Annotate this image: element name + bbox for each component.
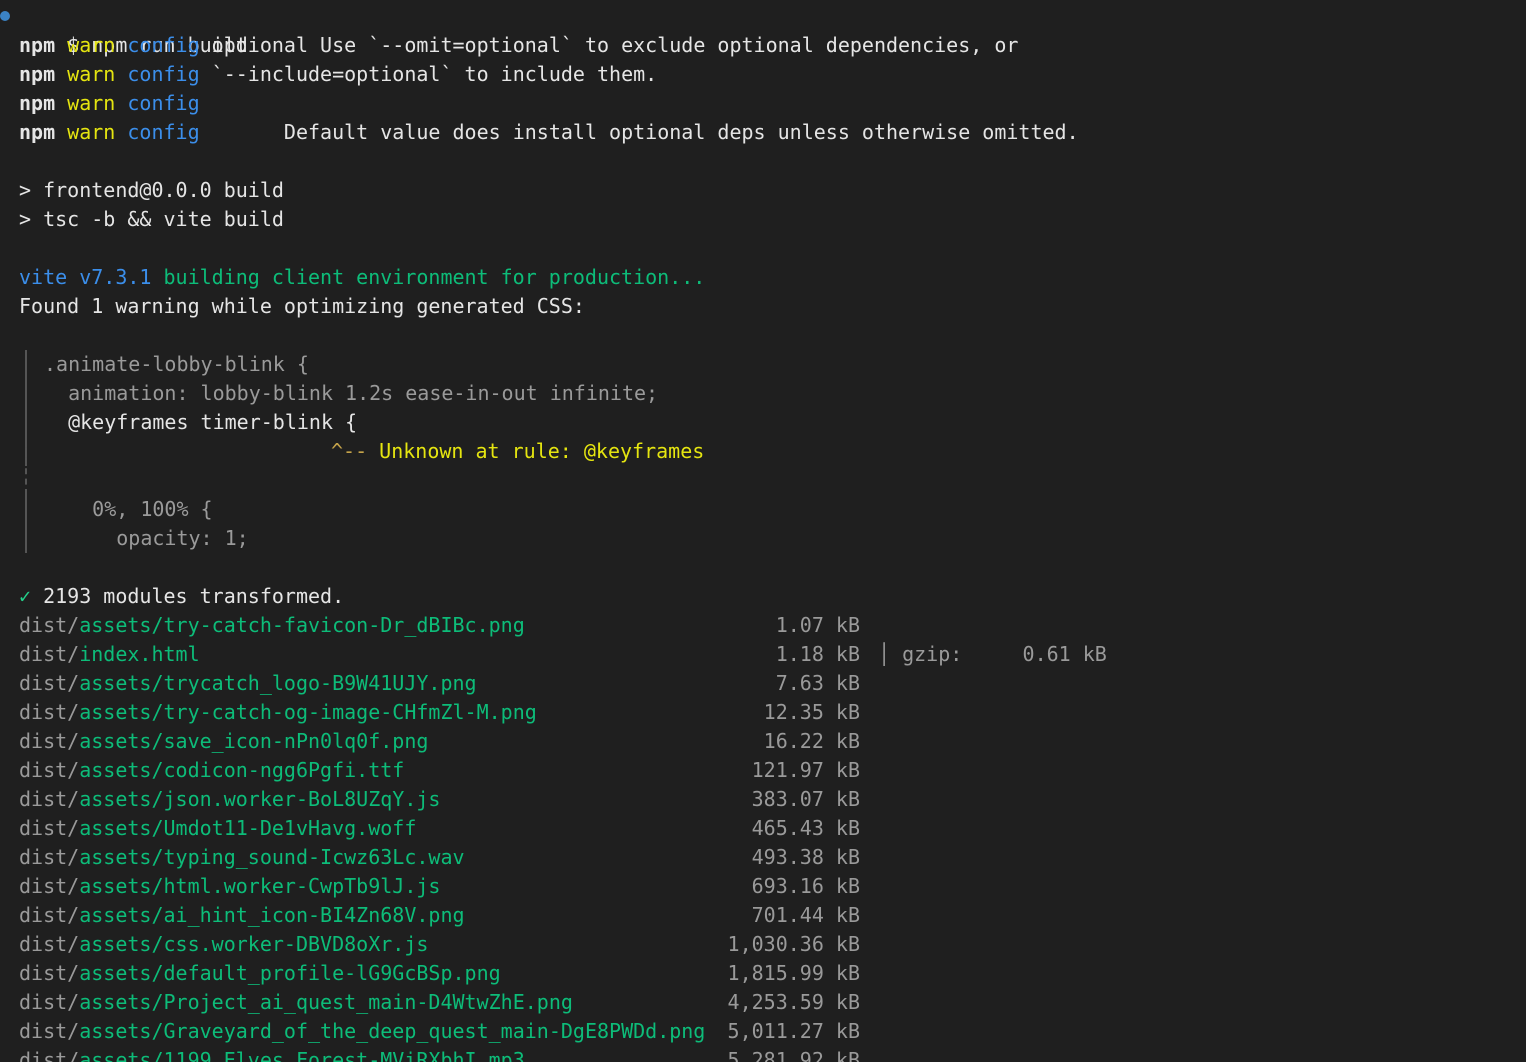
file-size: 693.16 kB <box>751 874 860 898</box>
file-dir: dist/ <box>19 1048 80 1062</box>
column-separator: │ <box>878 642 903 666</box>
file-size: 465.43 kB <box>751 816 860 840</box>
output-file-row: dist/assets/default_profile-lG9GcBSp.png <box>19 959 501 988</box>
output-file-row: dist/assets/Umdot11-De1vHavg.woff <box>19 814 416 843</box>
css-snippet-line: opacity: 1; <box>44 526 249 550</box>
gzip-spacer <box>962 642 1022 666</box>
file-size: 121.97 kB <box>751 758 860 782</box>
file-size: 5,011.27 kB <box>727 1019 860 1043</box>
gzip-label: gzip: <box>902 642 963 666</box>
file-name[interactable]: assets/json.worker-BoL8UZqY.js <box>79 787 440 811</box>
file-name[interactable]: assets/Project_ai_quest_main-D4WtwZhE.pn… <box>79 990 573 1014</box>
css-snippet-line: animation: lobby-blink 1.2s ease-in-out … <box>44 381 659 405</box>
output-file-row: dist/assets/codicon-ngg6Pgfi.ttf <box>19 756 404 785</box>
file-name[interactable]: assets/css.worker-DBVD8oXr.js <box>79 932 428 956</box>
output-file-row: dist/assets/try-catch-og-image-CHfmZl-M.… <box>19 698 537 727</box>
error-pointer: ^-- <box>331 439 368 463</box>
file-size: 4,253.59 kB <box>727 990 860 1014</box>
file-dir: dist/ <box>19 961 80 985</box>
file-name[interactable]: assets/default_profile-lG9GcBSp.png <box>79 961 500 985</box>
npm-warn-line: npm warn config <box>19 91 200 115</box>
output-file-row: dist/assets/css.worker-DBVD8oXr.js <box>19 930 428 959</box>
file-name[interactable]: assets/trycatch_logo-B9W41UJY.png <box>79 671 476 695</box>
file-size: 5,281.92 kB <box>727 1048 860 1062</box>
file-name[interactable]: assets/try-catch-og-image-CHfmZl-M.png <box>79 700 537 724</box>
css-snippet-line: .animate-lobby-blink { <box>44 352 309 376</box>
file-dir: dist/ <box>19 787 80 811</box>
file-size: 1.07 kB <box>775 613 860 637</box>
output-file-row: dist/assets/try-catch-favicon-Dr_dBIBc.p… <box>19 611 525 640</box>
css-error-pointer-line: ^-- Unknown at rule: @keyframes <box>331 437 704 466</box>
file-size: 1.18 kB <box>775 642 860 666</box>
file-name[interactable]: index.html <box>79 642 199 666</box>
output-file-row: dist/assets/typing_sound-Icwz63Lc.wav <box>19 843 465 872</box>
file-size: 1,030.36 kB <box>727 932 860 956</box>
script-header-line: > tsc -b && vite build <box>19 207 284 231</box>
file-name[interactable]: assets/html.worker-CwpTb9lJ.js <box>79 874 440 898</box>
file-dir: dist/ <box>19 845 80 869</box>
file-name[interactable]: assets/Umdot11-De1vHavg.woff <box>79 816 416 840</box>
npm-warn-line: npm warn config optional Use `--omit=opt… <box>19 33 1019 57</box>
file-name[interactable]: assets/typing_sound-Icwz63Lc.wav <box>79 845 464 869</box>
file-dir: dist/ <box>19 990 80 1014</box>
file-name[interactable]: assets/Graveyard_of_the_deep_quest_main-… <box>79 1019 705 1043</box>
file-dir: dist/ <box>19 903 80 927</box>
file-size: 16.22 kB <box>763 729 860 753</box>
file-name[interactable]: assets/try-catch-favicon-Dr_dBIBc.png <box>79 613 525 637</box>
output-file-row: dist/assets/Graveyard_of_the_deep_quest_… <box>19 1017 705 1046</box>
file-dir: dist/ <box>19 874 80 898</box>
vite-version: vite v7.3.1 <box>19 265 152 289</box>
file-dir: dist/ <box>19 613 80 637</box>
output-file-row: dist/assets/json.worker-BoL8UZqY.js <box>19 785 440 814</box>
file-name[interactable]: assets/codicon-ngg6Pgfi.ttf <box>79 758 404 782</box>
file-dir: dist/ <box>19 758 80 782</box>
npm-warn-line: npm warn config Default value does insta… <box>19 120 1079 144</box>
check-icon: ✓ <box>19 584 32 608</box>
output-file-row: dist/index.html <box>19 640 200 669</box>
output-file-row: dist/assets/save_icon-nPn0lq0f.png <box>19 727 428 756</box>
file-dir: dist/ <box>19 1019 80 1043</box>
css-snippet-line: 0%, 100% { <box>44 497 213 521</box>
output-file-row: dist/assets/html.worker-CwpTb9lJ.js <box>19 872 440 901</box>
error-message: Unknown at rule: @keyframes <box>367 439 705 463</box>
file-size: 12.35 kB <box>763 700 860 724</box>
file-size: 1,815.99 kB <box>727 961 860 985</box>
file-dir: dist/ <box>19 816 80 840</box>
file-size: 701.44 kB <box>751 903 860 927</box>
file-name[interactable]: assets/save_icon-nPn0lq0f.png <box>79 729 428 753</box>
snippet-gutter-gap <box>25 437 27 495</box>
file-size: 7.63 kB <box>775 671 860 695</box>
npm-warn-line: npm warn config `--include=optional` to … <box>19 62 658 86</box>
file-dir: dist/ <box>19 642 80 666</box>
output-file-row: dist/assets/1199_Elves_Forest-MViRXbhI.m… <box>19 1046 525 1062</box>
snippet-gutter <box>25 495 27 553</box>
gzip-size: 0.61 kB <box>1022 642 1107 666</box>
vite-status-text: building client environment for producti… <box>151 265 706 289</box>
prompt-line: $ npm run build <box>19 2 248 57</box>
file-dir: dist/ <box>19 671 80 695</box>
css-warning-summary: Found 1 warning while optimizing generat… <box>19 294 585 318</box>
file-dir: dist/ <box>19 932 80 956</box>
css-snippet-error-line: @keyframes timer-blink { <box>44 410 358 434</box>
file-dir: dist/ <box>19 700 80 724</box>
terminal-output[interactable]: $ npm run build npm warn config optional… <box>0 0 1526 1062</box>
file-name[interactable]: assets/1199_Elves_Forest-MViRXbhI.mp3 <box>79 1048 525 1062</box>
script-header-line: > frontend@0.0.0 build <box>19 178 284 202</box>
output-file-row: dist/assets/ai_hint_icon-BI4Zn68V.png <box>19 901 465 930</box>
gzip-info: │ gzip: 0.61 kB <box>878 640 1107 669</box>
modules-transformed-line: ✓ 2193 modules transformed. <box>19 584 345 608</box>
file-dir: dist/ <box>19 729 80 753</box>
vite-status-line: vite v7.3.1 building client environment … <box>19 263 705 292</box>
file-size: 493.38 kB <box>751 845 860 869</box>
output-file-row: dist/assets/Project_ai_quest_main-D4WtwZ… <box>19 988 573 1017</box>
file-name[interactable]: assets/ai_hint_icon-BI4Zn68V.png <box>79 903 464 927</box>
output-file-row: dist/assets/trycatch_logo-B9W41UJY.png <box>19 669 477 698</box>
file-size: 383.07 kB <box>751 787 860 811</box>
command-decoration-icon[interactable] <box>0 11 10 21</box>
